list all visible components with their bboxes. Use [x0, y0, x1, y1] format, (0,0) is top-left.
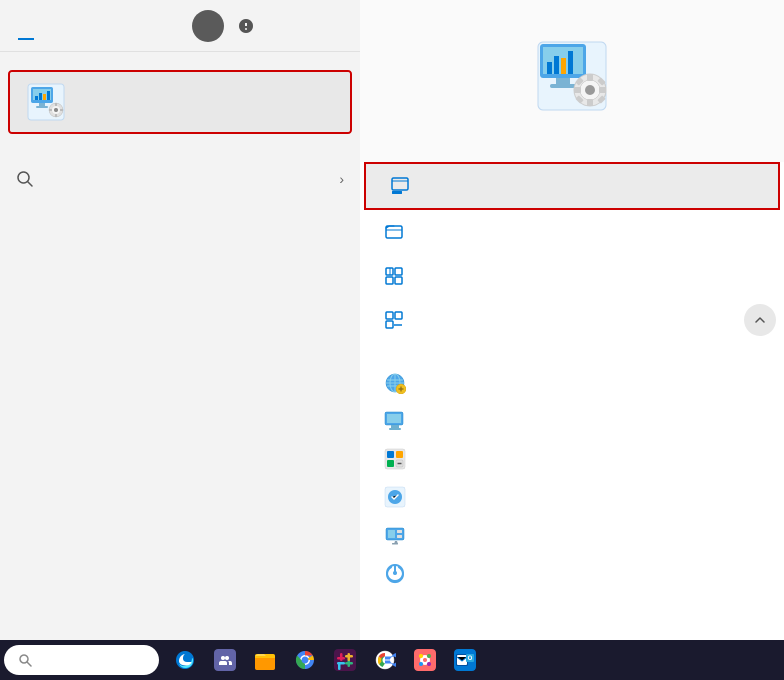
recent-section [360, 342, 784, 592]
recent-item-internet-options[interactable] [360, 364, 784, 402]
taskbar-edge-icon[interactable] [167, 642, 203, 678]
tab-apps[interactable] [42, 12, 74, 40]
programs-features-icon [384, 448, 406, 470]
taskbar-google-icon[interactable] [367, 642, 403, 678]
detail-panel [360, 0, 784, 640]
open-icon [390, 176, 410, 196]
collapse-button[interactable] [744, 304, 776, 336]
avatar[interactable] [192, 10, 224, 42]
system-icon [384, 410, 406, 432]
chevron-right-icon: › [339, 171, 344, 187]
close-button[interactable] [304, 10, 350, 42]
svg-text:O: O [468, 656, 473, 662]
web-search-item[interactable]: › [0, 160, 360, 198]
best-match-item[interactable] [8, 70, 352, 134]
action-open-file-location[interactable] [360, 210, 784, 254]
taskbar: O [0, 640, 784, 680]
web-search-label [0, 142, 360, 160]
internet-options-icon [384, 372, 406, 394]
app-header [360, 0, 784, 162]
taskbar-search-icon [18, 653, 32, 667]
taskbar-teams-icon[interactable] [207, 642, 243, 678]
tab-bar [0, 0, 360, 52]
action-list [360, 162, 784, 342]
best-match-label [0, 52, 360, 70]
taskbar-search-box[interactable] [4, 645, 159, 675]
recent-item-troubleshooting[interactable] [360, 478, 784, 516]
feedback-icon[interactable] [232, 12, 260, 40]
taskbar-apps: O [167, 642, 483, 678]
taskbar-outlook-icon[interactable]: O [447, 642, 483, 678]
power-options-icon [384, 562, 406, 584]
action-open[interactable] [364, 162, 780, 210]
taskbar-paint-icon[interactable] [407, 642, 443, 678]
recent-item-system[interactable] [360, 402, 784, 440]
troubleshooting-icon [384, 486, 406, 508]
action-pin-taskbar[interactable] [360, 298, 784, 342]
tab-documents[interactable] [74, 12, 106, 40]
device-manager-icon [384, 524, 406, 546]
taskbar-slack-icon[interactable] [327, 642, 363, 678]
search-panel: › [0, 0, 360, 640]
tab-bar-right [192, 10, 350, 42]
tab-web[interactable] [106, 12, 138, 40]
app-big-icon [536, 40, 608, 112]
control-panel-icon [26, 82, 66, 122]
recent-item-device-manager[interactable] [360, 516, 784, 554]
more-icon[interactable] [268, 12, 296, 40]
taskbar-explorer-icon[interactable] [247, 642, 283, 678]
file-location-icon [384, 222, 404, 242]
tab-all[interactable] [10, 12, 42, 40]
recent-item-programs[interactable] [360, 440, 784, 478]
pin-taskbar-icon [384, 310, 404, 330]
action-pin-start[interactable] [360, 254, 784, 298]
recent-label [360, 342, 784, 364]
recent-item-power-options[interactable] [360, 554, 784, 592]
tab-more[interactable] [138, 12, 166, 40]
taskbar-chrome-icon[interactable] [287, 642, 323, 678]
pin-start-icon [384, 266, 404, 286]
web-search-icon [16, 170, 34, 188]
